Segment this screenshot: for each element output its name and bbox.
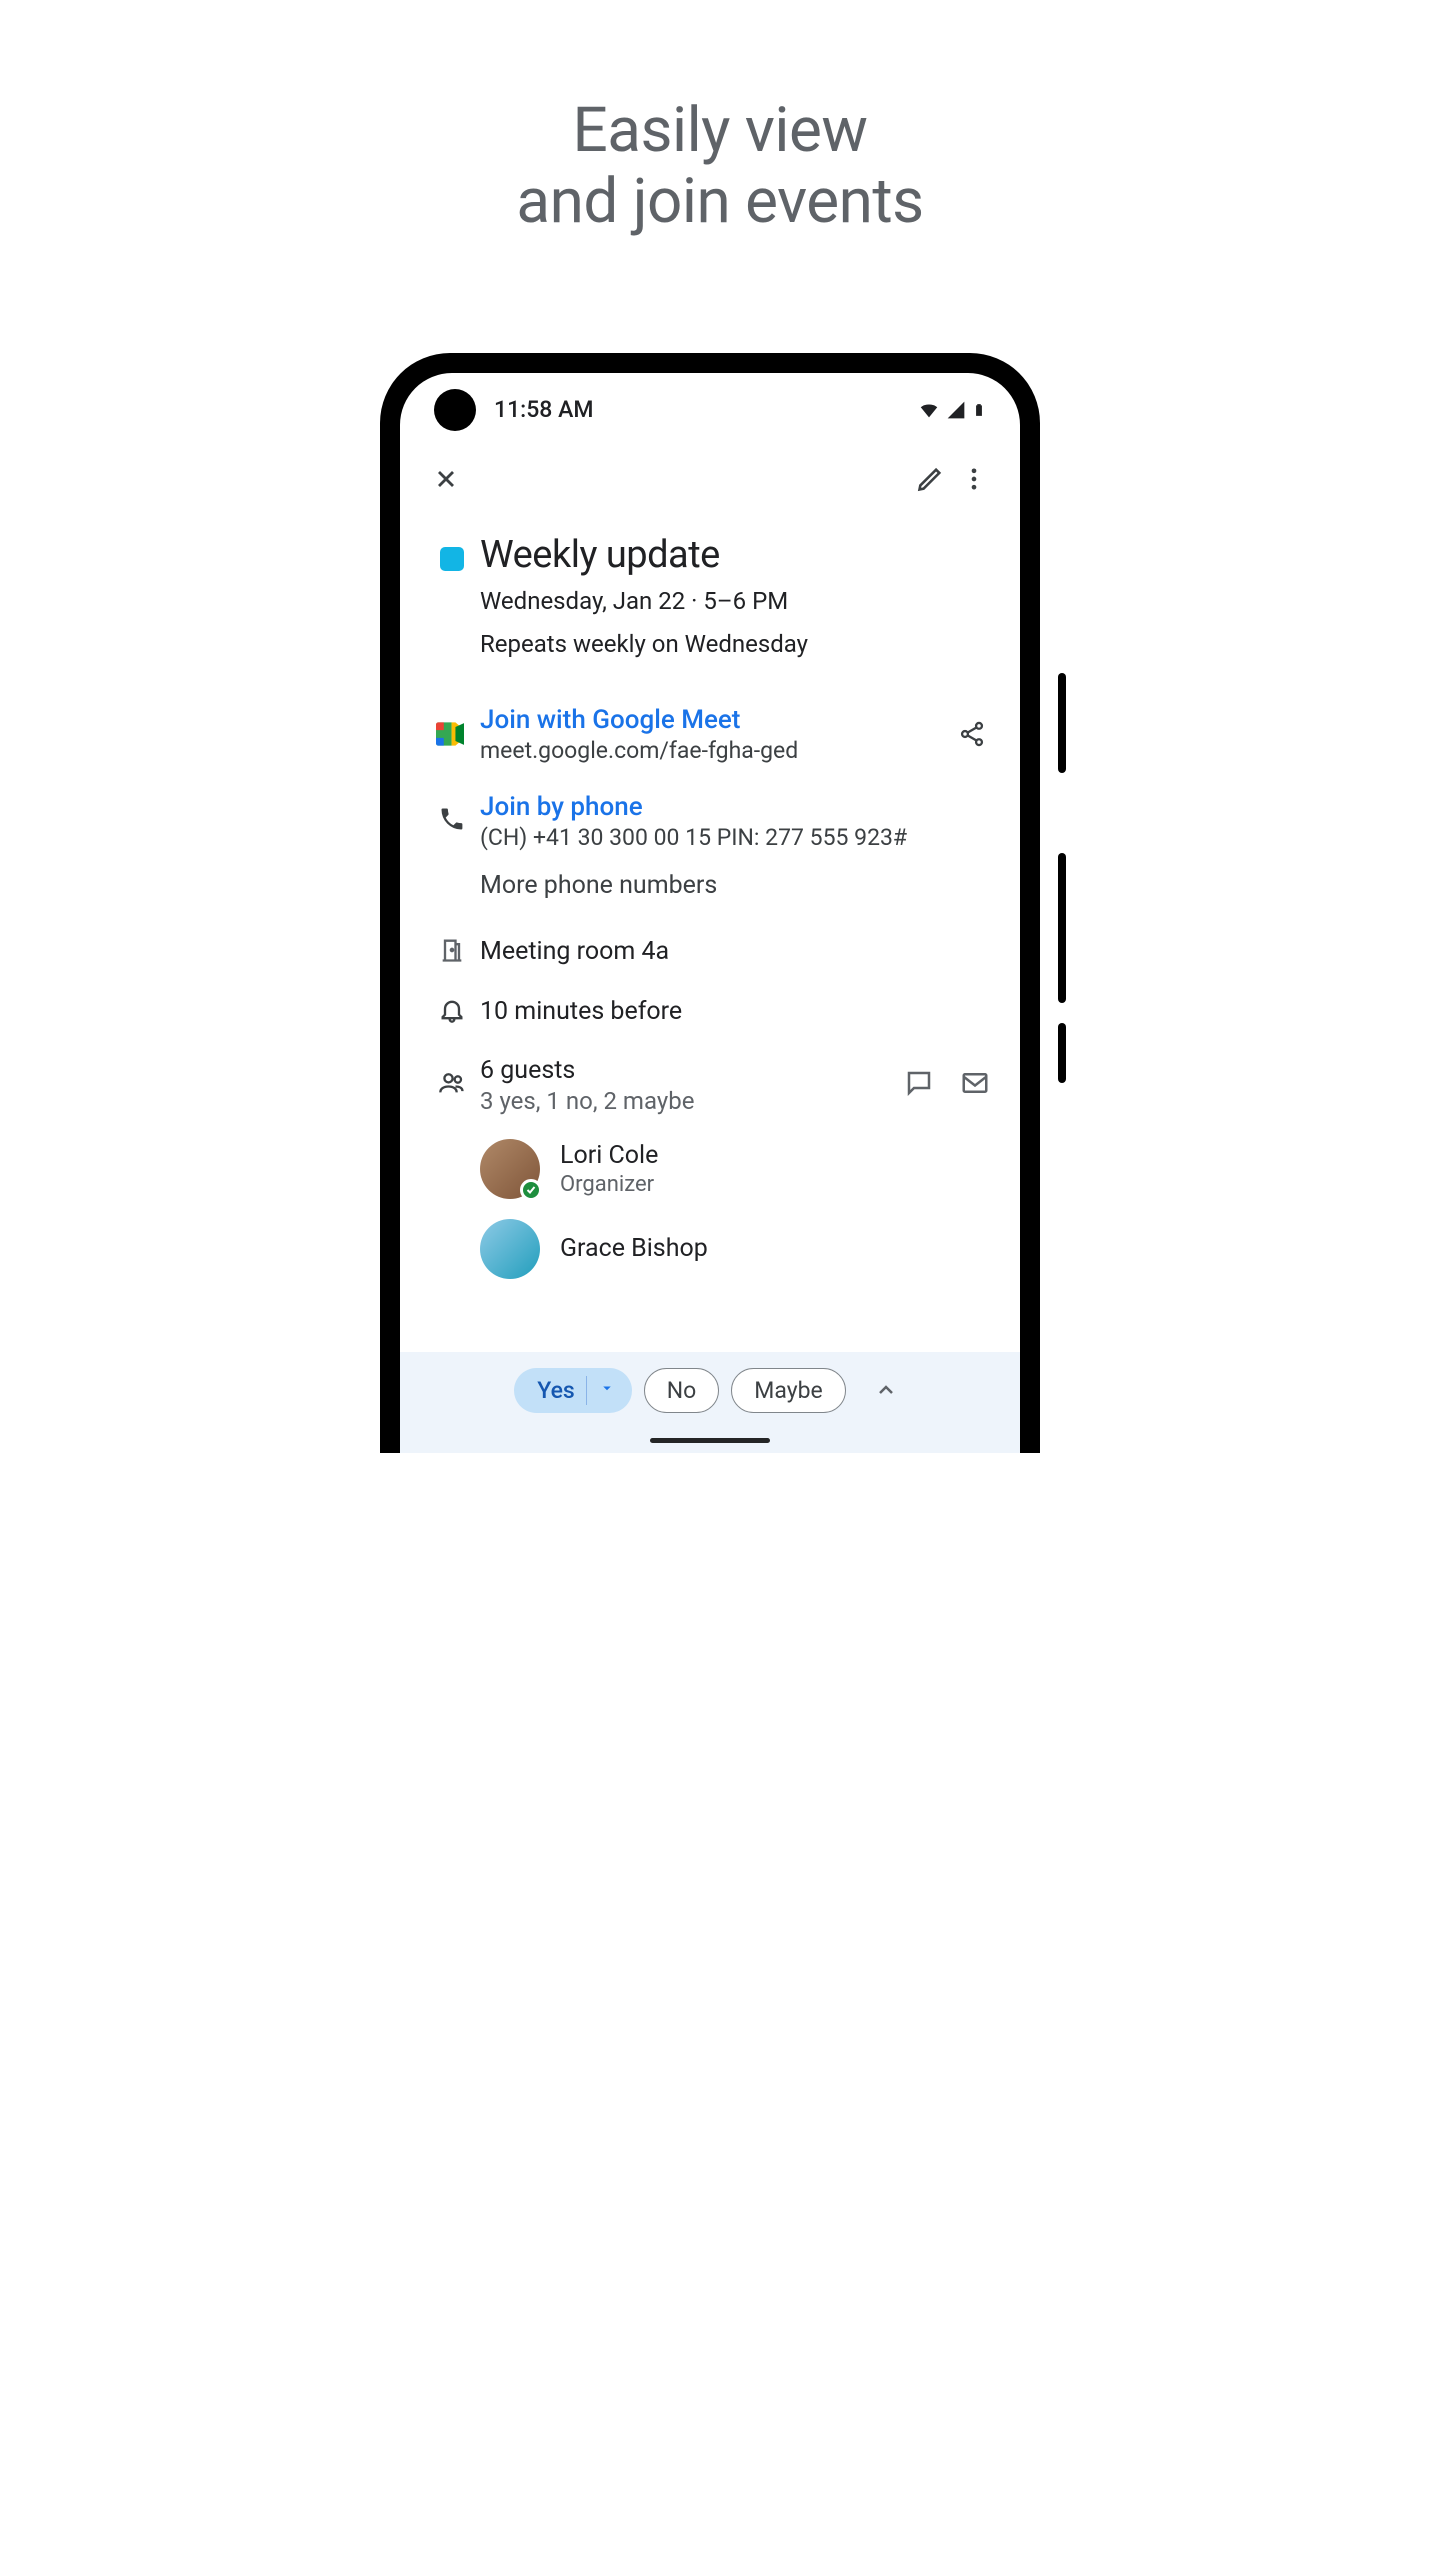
rsvp-no-button[interactable]: No — [644, 1368, 720, 1413]
rsvp-yes-badge-icon — [520, 1179, 542, 1201]
guest-item[interactable]: Lori Cole Organizer — [424, 1129, 996, 1209]
room-icon — [438, 936, 466, 968]
location-text: Meeting room 4a — [480, 937, 996, 966]
join-meet-row[interactable]: Join with Google Meet meet.google.com/fa… — [424, 677, 996, 778]
caret-down-icon — [598, 1379, 616, 1401]
email-guests-icon[interactable] — [960, 1068, 990, 1102]
guest-role: Organizer — [560, 1172, 658, 1197]
meet-link-label: Join with Google Meet — [480, 705, 948, 735]
promo-line-1: Easily view — [310, 95, 1130, 166]
guest-name: Lori Cole — [560, 1141, 658, 1170]
phone-link-detail: (CH) +41 30 300 00 15 PIN: 277 555 923# — [480, 824, 996, 851]
event-recurrence: Repeats weekly on Wednesday — [480, 626, 996, 663]
phone-side-button — [1058, 1023, 1066, 1083]
chat-guests-icon[interactable] — [904, 1068, 934, 1102]
event-detail-content: Weekly update Wednesday, Jan 22 · 5–6 PM… — [400, 519, 1020, 1289]
rsvp-expand-icon[interactable] — [866, 1370, 906, 1410]
phone-side-button — [1058, 673, 1066, 773]
rsvp-yes-dropdown[interactable] — [586, 1368, 632, 1413]
event-date-line: Wednesday, Jan 22 · 5–6 PM — [480, 583, 996, 620]
guest-item[interactable]: Grace Bishop — [424, 1209, 996, 1289]
more-phone-label: More phone numbers — [480, 871, 996, 900]
phone-frame: 11:58 AM — [380, 353, 1060, 1453]
guests-row[interactable]: 6 guests 3 yes, 1 no, 2 maybe — [424, 1042, 996, 1129]
share-meet-icon[interactable] — [948, 720, 996, 748]
rsvp-maybe-button[interactable]: Maybe — [731, 1368, 845, 1413]
reminder-text: 10 minutes before — [480, 997, 996, 1026]
battery-icon — [972, 399, 986, 421]
status-time: 11:58 AM — [494, 396, 593, 423]
cell-signal-icon — [946, 400, 966, 420]
guest-status: 3 yes, 1 no, 2 maybe — [480, 1087, 694, 1115]
close-icon[interactable] — [424, 457, 468, 501]
people-icon — [438, 1069, 466, 1101]
event-color-swatch — [440, 547, 464, 571]
home-indicator — [650, 1438, 770, 1443]
promo-line-2: and join events — [310, 166, 1130, 237]
google-meet-icon — [436, 720, 468, 748]
reminder-row[interactable]: 10 minutes before — [424, 982, 996, 1042]
avatar — [480, 1219, 540, 1279]
status-bar: 11:58 AM — [400, 373, 1020, 429]
wifi-icon — [918, 399, 940, 421]
phone-icon — [438, 805, 466, 837]
location-row[interactable]: Meeting room 4a — [424, 914, 996, 982]
app-bar — [400, 429, 1020, 519]
edit-icon[interactable] — [908, 457, 952, 501]
rsvp-yes-button[interactable]: Yes — [514, 1368, 595, 1413]
join-phone-row[interactable]: Join by phone (CH) +41 30 300 00 15 PIN:… — [424, 778, 996, 865]
more-phone-numbers[interactable]: More phone numbers — [424, 865, 996, 914]
promo-heading: Easily view and join events — [310, 0, 1130, 238]
guest-name: Grace Bishop — [560, 1234, 708, 1263]
event-title: Weekly update — [480, 533, 996, 577]
phone-side-button — [1058, 853, 1066, 1003]
front-camera — [434, 389, 476, 431]
event-header-row: Weekly update Wednesday, Jan 22 · 5–6 PM… — [424, 519, 996, 677]
guest-count: 6 guests — [480, 1056, 694, 1085]
overflow-menu-icon[interactable] — [952, 457, 996, 501]
meet-link-url: meet.google.com/fae-fgha-ged — [480, 737, 948, 764]
phone-link-label: Join by phone — [480, 792, 996, 822]
bell-icon — [438, 996, 466, 1028]
